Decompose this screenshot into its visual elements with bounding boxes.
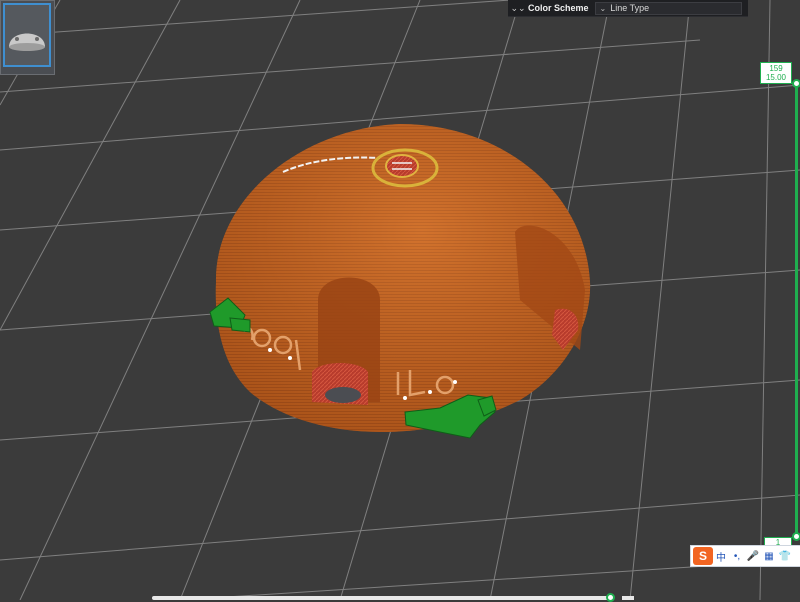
move-slider-end: [622, 596, 634, 600]
ime-keyboard-icon[interactable]: ▦: [761, 551, 777, 562]
ime-language-toggle[interactable]: 中: [713, 549, 729, 564]
layer-slider-top-handle[interactable]: [792, 79, 800, 88]
layer-slider-track[interactable]: [795, 82, 798, 537]
color-scheme-dropdown[interactable]: ⌄ Line Type: [594, 1, 742, 15]
color-scheme-label: Color Scheme: [528, 3, 589, 13]
ime-punctuation-icon[interactable]: •,: [729, 551, 745, 562]
ime-toolbar: S 中 •, 🎤 ▦ 👕: [690, 545, 800, 567]
top-layer-number: 159: [769, 64, 783, 73]
collapse-chevron-icon[interactable]: ⌄⌄: [508, 3, 528, 14]
ime-logo-icon[interactable]: S: [693, 547, 713, 565]
move-slider-handle[interactable]: [606, 593, 615, 602]
chevron-down-icon: ⌄: [599, 3, 607, 13]
sliced-dome-model[interactable]: [209, 124, 591, 439]
thumbnail-selection: [3, 3, 51, 67]
dome-thumbnail-icon: [9, 33, 45, 51]
color-scheme-panel: ⌄⌄ Color Scheme ⌄ Line Type: [508, 0, 748, 17]
object-thumbnail[interactable]: [0, 0, 55, 75]
ime-microphone-icon[interactable]: 🎤: [745, 551, 761, 562]
color-scheme-value: Line Type: [610, 3, 650, 13]
top-layer-height: 15.00: [765, 73, 787, 82]
build-plate-viewport[interactable]: [0, 0, 800, 600]
layer-top-readout: 159 15.00: [760, 62, 792, 84]
ime-skin-icon[interactable]: 👕: [777, 551, 793, 562]
layer-slider-bottom-handle[interactable]: [792, 532, 800, 541]
move-slider-track[interactable]: [152, 596, 612, 600]
